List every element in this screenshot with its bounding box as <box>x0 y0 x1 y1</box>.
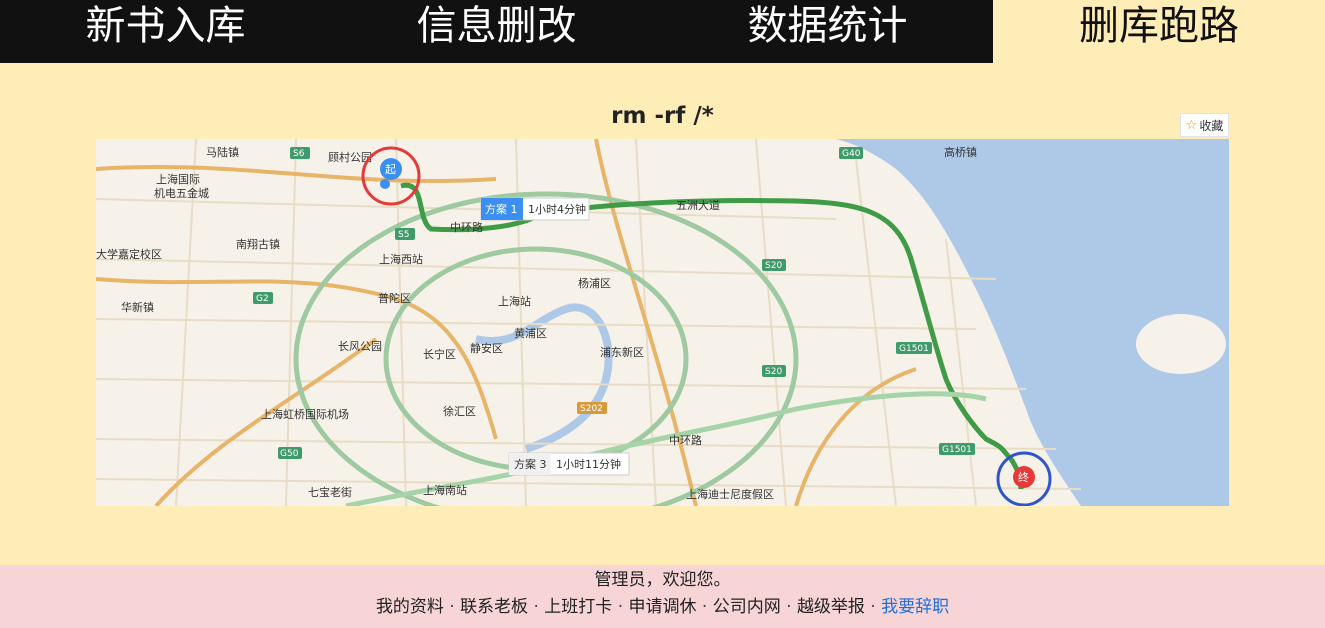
svg-text:上海迪士尼度假区: 上海迪士尼度假区 <box>686 487 774 501</box>
svg-text:大学嘉定校区: 大学嘉定校区 <box>96 247 162 261</box>
svg-text:杨浦区: 杨浦区 <box>578 276 611 290</box>
favorite-button[interactable]: ☆ 收藏 <box>1180 113 1229 137</box>
svg-text:S5: S5 <box>398 230 409 240</box>
start-marker[interactable]: 起 <box>361 146 421 206</box>
top-nav: 新书入库 信息删改 数据统计 删库跑路 <box>0 0 1325 63</box>
svg-text:上海西站: 上海西站 <box>379 252 423 266</box>
route-label-3[interactable]: 方案 3 1小时11分钟 <box>508 452 630 476</box>
end-marker[interactable]: 终 <box>996 451 1052 506</box>
svg-text:中环路: 中环路 <box>450 221 483 234</box>
svg-text:中环路: 中环路 <box>669 434 702 447</box>
svg-text:1小时11分钟: 1小时11分钟 <box>556 457 621 471</box>
page-title: rm -rf /* <box>611 103 714 129</box>
svg-text:G1501: G1501 <box>899 344 929 354</box>
svg-text:G40: G40 <box>842 149 861 159</box>
svg-text:徐汇区: 徐汇区 <box>443 404 476 418</box>
svg-text:高桥镇: 高桥镇 <box>944 145 977 159</box>
svg-text:S202: S202 <box>580 404 603 414</box>
svg-text:方案 1: 方案 1 <box>485 202 518 216</box>
tab-edit-info[interactable]: 信息删改 <box>331 0 662 63</box>
svg-text:长宁区: 长宁区 <box>423 347 456 361</box>
map-canvas: S6 S5 G2 G50 G40 S20 S20 G1501 G1501 S20… <box>96 139 1229 506</box>
svg-text:上海南站: 上海南站 <box>423 483 467 497</box>
favorite-label: 收藏 <box>1199 118 1224 133</box>
route-map[interactable]: S6 S5 G2 G50 G40 S20 S20 G1501 G1501 S20… <box>96 139 1229 506</box>
tab-new-books[interactable]: 新书入库 <box>0 0 331 63</box>
svg-text:七宝老街: 七宝老街 <box>308 485 352 499</box>
svg-text:华新镇: 华新镇 <box>121 300 154 314</box>
svg-text:S20: S20 <box>765 261 782 271</box>
svg-text:上海国际: 上海国际 <box>156 172 200 186</box>
svg-text:G1501: G1501 <box>942 445 972 455</box>
svg-text:S20: S20 <box>765 367 782 377</box>
link-report[interactable]: 越级举报 <box>797 597 865 617</box>
svg-text:马陆镇: 马陆镇 <box>206 145 239 159</box>
svg-text:黄浦区: 黄浦区 <box>514 326 547 340</box>
link-clock-in[interactable]: 上班打卡 <box>544 597 612 617</box>
svg-text:G50: G50 <box>280 449 299 459</box>
svg-text:长风公园: 长风公园 <box>338 340 382 353</box>
svg-text:方案 3: 方案 3 <box>514 457 547 471</box>
welcome-text: 管理员，欢迎您。 <box>594 570 731 590</box>
footer-links: 我的资料 · 联系老板 · 上班打卡 · 申请调休 · 公司内网 · 越级举报 … <box>375 597 950 617</box>
link-resign[interactable]: 我要辞职 <box>881 597 949 617</box>
svg-text:普陀区: 普陀区 <box>378 291 411 305</box>
svg-text:终: 终 <box>1018 470 1029 484</box>
svg-text:静安区: 静安区 <box>470 341 503 355</box>
svg-text:上海虹桥国际机场: 上海虹桥国际机场 <box>261 407 349 421</box>
svg-text:南翔古镇: 南翔古镇 <box>236 237 280 251</box>
svg-text:上海站: 上海站 <box>498 294 531 308</box>
svg-text:起: 起 <box>385 163 396 176</box>
route-label-1[interactable]: 方案 1 1小时4分钟 <box>480 197 590 221</box>
svg-text:G2: G2 <box>256 294 269 304</box>
link-intranet[interactable]: 公司内网 <box>713 597 781 617</box>
link-profile[interactable]: 我的资料 <box>376 597 444 617</box>
road-badges: S6 S5 G2 G50 G40 S20 S20 G1501 G1501 S20… <box>253 147 975 459</box>
svg-text:机电五金城: 机电五金城 <box>154 186 209 200</box>
tab-statistics[interactable]: 数据统计 <box>662 0 993 63</box>
link-contact-boss[interactable]: 联系老板 <box>460 597 528 617</box>
tab-delete-db[interactable]: 删库跑路 <box>993 0 1325 63</box>
svg-text:五洲大道: 五洲大道 <box>676 198 720 212</box>
star-icon: ☆ <box>1185 117 1198 133</box>
island <box>1136 314 1226 374</box>
footer: 管理员，欢迎您。 我的资料 · 联系老板 · 上班打卡 · 申请调休 · 公司内… <box>0 565 1325 628</box>
svg-text:1小时4分钟: 1小时4分钟 <box>528 202 586 216</box>
svg-text:浦东新区: 浦东新区 <box>600 345 644 359</box>
svg-text:S6: S6 <box>293 149 305 159</box>
link-leave-request[interactable]: 申请调休 <box>629 597 697 617</box>
